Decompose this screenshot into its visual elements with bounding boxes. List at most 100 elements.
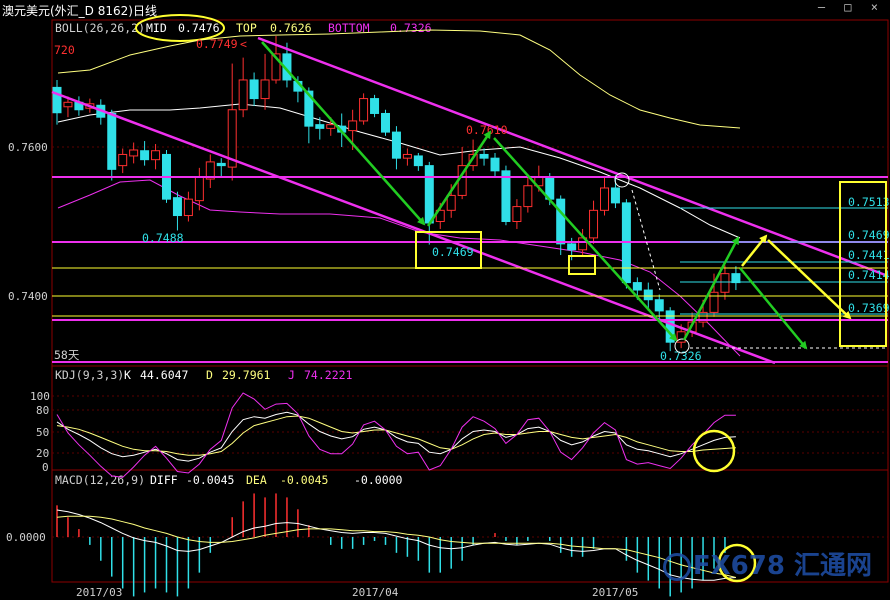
annot-peak: 0.7749 bbox=[196, 37, 238, 51]
price-tick-0: 0.7600 bbox=[8, 141, 48, 154]
kdj-d-label: D bbox=[206, 368, 213, 382]
macd-dea-value: -0.0045 bbox=[280, 473, 328, 487]
candle-body bbox=[151, 150, 161, 161]
macd-label: MACD(12,26,9) bbox=[55, 473, 145, 487]
candle-body bbox=[249, 79, 259, 100]
kdj-d-value: 29.7961 bbox=[222, 368, 271, 382]
channel-upper-line bbox=[257, 36, 889, 278]
candle-body bbox=[326, 124, 336, 129]
x-label-may: 2017/05 bbox=[592, 586, 638, 599]
kdj-j-label: J bbox=[288, 368, 295, 382]
level-label-4: 0.7369 bbox=[848, 301, 890, 315]
candle-body bbox=[370, 98, 380, 114]
macd-bars bbox=[56, 493, 726, 597]
candle-body bbox=[523, 185, 533, 208]
level-label-1: 0.7469 bbox=[848, 228, 890, 242]
candle-body bbox=[172, 197, 182, 217]
kdj-k-value: 44.6047 bbox=[140, 368, 189, 382]
macd-diff-value: -0.0045 bbox=[186, 473, 234, 487]
annot-days: 58天 bbox=[54, 348, 80, 362]
close-button[interactable]: × bbox=[871, 0, 884, 14]
candle-body bbox=[52, 86, 62, 114]
boll-label: BOLL(26,26,2) bbox=[55, 21, 145, 35]
annot-low-left: 0.7488 bbox=[142, 231, 184, 245]
candle-body bbox=[632, 282, 642, 291]
annot-high-left: 720 bbox=[54, 43, 75, 57]
maximize-button[interactable]: □ bbox=[844, 0, 857, 14]
candle-body bbox=[556, 198, 566, 245]
chart-canvas[interactable]: 0.7600 0.7400 100 80 50 20 0 0.0000 2017… bbox=[0, 0, 890, 600]
arrow-green-5 bbox=[739, 267, 808, 350]
candle-body bbox=[348, 120, 358, 132]
kdj-label: KDJ(9,3,3) bbox=[55, 368, 124, 382]
x-label-apr: 2017/04 bbox=[352, 586, 399, 599]
minimize-button[interactable]: – bbox=[818, 0, 831, 14]
candle-body bbox=[589, 209, 599, 239]
candle-body bbox=[359, 98, 369, 122]
analysis-arrows bbox=[261, 41, 852, 350]
kdj-k-line bbox=[56, 411, 736, 462]
kdj-k-label: K bbox=[124, 368, 131, 382]
watermark-logo: FX678 汇通网 bbox=[662, 545, 872, 582]
candle-body bbox=[63, 101, 73, 108]
kdj-tick-100: 100 bbox=[30, 390, 50, 403]
macd-value: -0.0000 bbox=[354, 473, 403, 487]
boll-mid-label: MID bbox=[146, 21, 167, 35]
watermark-text: FX678 汇通网 bbox=[692, 551, 872, 581]
boll-mid-value: 0.7476 bbox=[178, 21, 220, 35]
arrow-green-2 bbox=[426, 130, 492, 227]
macd-dea-label: DEA bbox=[246, 473, 267, 487]
level-label-3: 0.7414 bbox=[848, 268, 890, 282]
arrow-green-4 bbox=[682, 236, 740, 341]
candle-body bbox=[720, 273, 730, 293]
kdj-j-value: 74.2221 bbox=[304, 368, 353, 382]
boll-mid-line bbox=[57, 103, 741, 239]
candle-body bbox=[610, 187, 620, 204]
window-title: 澳元美元(外汇_D 8162)日线 bbox=[2, 4, 157, 18]
boll-top-line bbox=[57, 29, 741, 129]
candle-body bbox=[140, 150, 150, 161]
boll-top-label: TOP bbox=[236, 21, 257, 35]
arrow-green-3 bbox=[493, 137, 678, 342]
kdj-tick-20: 20 bbox=[36, 447, 49, 460]
candle-body bbox=[315, 124, 325, 129]
logo-ring-icon bbox=[662, 552, 691, 581]
kdj-tick-50: 50 bbox=[36, 426, 49, 439]
level-label-0: 0.7513 bbox=[848, 195, 890, 209]
window-controls: – □ × bbox=[818, 0, 884, 14]
macd-tick-0: 0.0000 bbox=[6, 531, 46, 544]
channel-lower-line bbox=[51, 90, 776, 365]
candle-body bbox=[600, 187, 609, 211]
candle-body bbox=[413, 155, 423, 167]
level-label-2: 0.7441 bbox=[848, 248, 890, 262]
annot-box-low: 0.7469 bbox=[432, 245, 474, 259]
candle-body bbox=[731, 273, 741, 284]
candle-body bbox=[381, 112, 390, 133]
candle-body bbox=[654, 299, 664, 312]
projection-dashed bbox=[631, 189, 661, 291]
candle-body bbox=[194, 176, 204, 202]
candle-body bbox=[260, 79, 270, 100]
kdj-highlight-circle bbox=[692, 429, 736, 473]
kdj-j-line bbox=[56, 392, 736, 478]
boll-top-value: 0.7626 bbox=[270, 21, 312, 35]
candle-body bbox=[424, 165, 434, 224]
candle-body bbox=[676, 331, 686, 343]
arrow-yellow-2 bbox=[767, 239, 852, 320]
annot-low-right: 0.7326 bbox=[660, 349, 702, 363]
candle-body bbox=[402, 153, 412, 159]
annot-peak-arrow: < bbox=[240, 37, 247, 51]
kdj-tick-0: 0 bbox=[42, 461, 49, 474]
candle-body bbox=[183, 198, 193, 217]
candle-body bbox=[216, 162, 226, 167]
macd-diff-label: DIFF bbox=[150, 473, 178, 487]
candle-body bbox=[490, 157, 500, 172]
candle-body bbox=[391, 131, 401, 159]
kdj-lines bbox=[56, 392, 736, 478]
price-tick-1: 0.7400 bbox=[8, 290, 48, 303]
boll-bands bbox=[57, 29, 741, 357]
candle-body bbox=[479, 153, 489, 159]
x-label-mar: 2017/03 bbox=[76, 586, 122, 599]
candle-body bbox=[709, 291, 719, 313]
panel-frames bbox=[51, 19, 889, 583]
